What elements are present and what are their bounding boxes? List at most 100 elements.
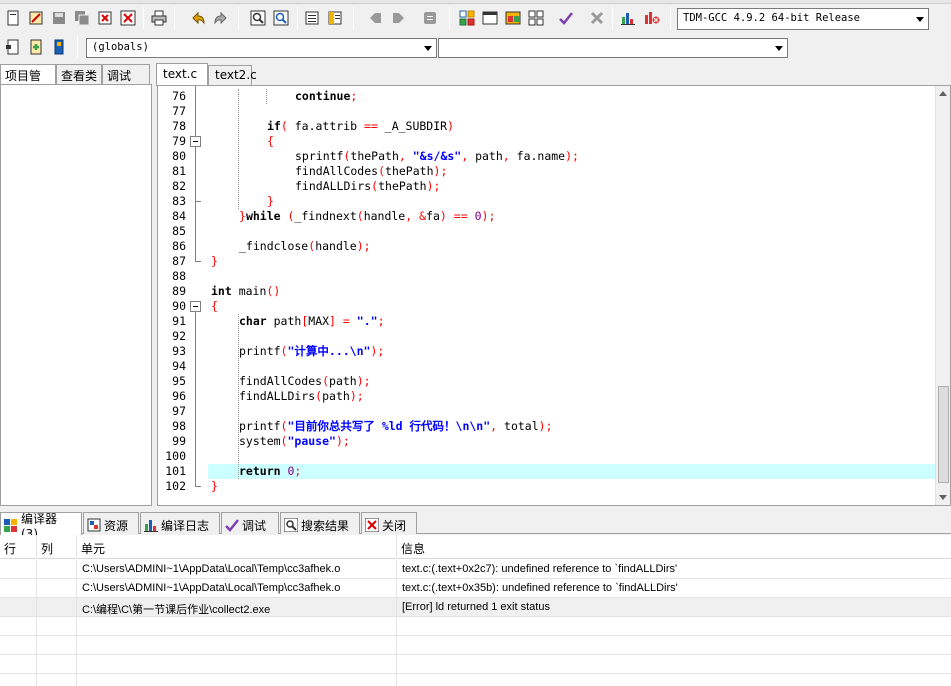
compiler-messages-table[interactable]: 行 列 单元 信息 C:\Users\ADMINI~1\AppData\Loca… xyxy=(0,535,951,686)
toolbar-separator xyxy=(297,7,298,29)
column-header-line[interactable]: 行 xyxy=(0,535,37,559)
code-editor[interactable]: 76 77 78 79 80 81 82 83 84 85 86 87 88 89 90 91 92 93 94 95… xyxy=(157,85,951,506)
line-number: 85 xyxy=(172,224,186,238)
vertical-scrollbar[interactable] xyxy=(935,86,950,505)
cell-unit: C:\Users\ADMINI~1\AppData\Local\Temp\cc3… xyxy=(77,579,397,598)
code-line: int main() xyxy=(211,284,281,298)
run-icon[interactable] xyxy=(480,8,500,28)
forward-icon[interactable] xyxy=(389,8,409,28)
tab-compiler[interactable]: 编译器 (3) xyxy=(0,512,82,541)
column-header-message[interactable]: 信息 xyxy=(397,535,951,559)
chevron-down-icon xyxy=(916,17,924,22)
main-toolbar: TDM-GCC 4.9.2 64-bit Release xyxy=(0,0,951,34)
goto-bookmark-icon[interactable] xyxy=(49,37,69,57)
search-results-icon xyxy=(283,517,299,533)
fold-end-marker xyxy=(195,254,201,262)
close-icon[interactable] xyxy=(95,8,115,28)
cell-col xyxy=(37,674,77,686)
cell-line xyxy=(0,655,37,674)
table-row[interactable]: C:\编程\C\第一节课后作业\collect2.exe [Error] ld r… xyxy=(0,598,951,617)
print-icon[interactable] xyxy=(149,8,169,28)
save-all-icon[interactable] xyxy=(72,8,92,28)
tab-text-c[interactable]: text.c xyxy=(156,63,208,86)
debug-icon xyxy=(225,518,239,532)
tab-label: 调试 xyxy=(107,69,132,83)
line-number: 79 xyxy=(172,134,186,148)
scroll-thumb[interactable] xyxy=(938,386,949,483)
new-file-icon[interactable] xyxy=(3,8,23,28)
find-icon[interactable] xyxy=(248,8,268,28)
syntax-check-icon[interactable] xyxy=(556,8,576,28)
cell-col xyxy=(37,655,77,674)
code-line: findAllCodes(thePath); xyxy=(295,164,448,178)
toggle-bookmark-icon[interactable] xyxy=(26,37,46,57)
cell-unit xyxy=(77,636,397,655)
toolbar-separator xyxy=(449,7,450,29)
table-row[interactable]: C:\Users\ADMINI~1\AppData\Local\Temp\cc3… xyxy=(0,579,951,598)
code-line: printf("计算中...\n"); xyxy=(239,344,385,358)
line-number: 97 xyxy=(172,404,186,418)
line-number: 81 xyxy=(172,164,186,178)
code-area[interactable]: continue; if( fa.attrib == _A_SUBDIR){spr… xyxy=(208,86,936,505)
replace-icon[interactable] xyxy=(271,8,291,28)
code-line: system("pause"); xyxy=(239,434,350,448)
tab-debug-output[interactable]: 调试 xyxy=(221,512,279,534)
scroll-up-icon[interactable] xyxy=(939,91,947,96)
compiler-icon xyxy=(4,518,18,533)
table-row[interactable]: C:\Users\ADMINI~1\AppData\Local\Temp\cc3… xyxy=(0,560,951,579)
toggle-comment-icon[interactable] xyxy=(420,8,440,28)
function-select[interactable] xyxy=(438,38,788,58)
profile-icon[interactable] xyxy=(642,8,662,28)
compiler-select[interactable]: TDM-GCC 4.9.2 64-bit Release xyxy=(677,8,929,30)
fold-line xyxy=(195,86,196,136)
scroll-down-icon[interactable] xyxy=(939,495,947,500)
back-icon[interactable] xyxy=(365,8,385,28)
column-header-unit[interactable]: 单元 xyxy=(77,535,397,559)
indent-guide xyxy=(238,314,239,479)
chart-icon[interactable] xyxy=(618,8,638,28)
tab-text2-c[interactable]: text2.c xyxy=(208,65,257,85)
cell-message: text.c:(.text+0x2c7): undefined referenc… xyxy=(402,563,678,575)
insert-icon[interactable] xyxy=(3,37,23,57)
chevron-down-icon xyxy=(775,46,783,51)
toolbar-separator xyxy=(612,7,613,29)
fold-toggle-icon[interactable] xyxy=(190,136,201,147)
compile-icon[interactable] xyxy=(457,8,477,28)
tab-close-panel[interactable]: 关闭 xyxy=(361,512,417,534)
tab-project-manager[interactable]: 项目管理 xyxy=(0,64,56,100)
line-number: 95 xyxy=(172,374,186,388)
cell-message xyxy=(397,655,951,674)
tab-debug[interactable]: 调试 xyxy=(102,64,150,84)
redo-icon[interactable] xyxy=(211,8,231,28)
save-icon[interactable] xyxy=(49,8,69,28)
tab-search-results[interactable]: 搜索结果 xyxy=(280,512,360,534)
undo-icon[interactable] xyxy=(188,8,208,28)
tab-label: text.c xyxy=(163,67,198,81)
column-header-col[interactable]: 列 xyxy=(37,535,77,559)
compile-run-icon[interactable] xyxy=(503,8,523,28)
rebuild-icon[interactable] xyxy=(526,8,546,28)
tab-resources[interactable]: 资源 xyxy=(83,512,139,534)
cell-message: [Error] ld returned 1 exit status xyxy=(402,601,550,613)
cell-line xyxy=(0,636,37,655)
tab-compile-log[interactable]: 编译日志 xyxy=(140,512,220,534)
line-number: 90 xyxy=(172,299,186,313)
compiler-select-label: TDM-GCC 4.9.2 64-bit Release xyxy=(683,12,861,24)
close-all-icon[interactable] xyxy=(118,8,138,28)
line-number: 77 xyxy=(172,104,186,118)
tab-label: text2.c xyxy=(215,68,257,82)
open-project-icon[interactable] xyxy=(26,8,46,28)
fold-toggle-icon[interactable] xyxy=(190,301,201,312)
project-tree[interactable] xyxy=(0,84,152,506)
cell-line xyxy=(0,598,37,617)
cell-line xyxy=(0,560,37,579)
line-number: 89 xyxy=(172,284,186,298)
indent-icon[interactable] xyxy=(302,8,322,28)
tab-class-browser[interactable]: 查看类 xyxy=(56,64,102,84)
cell-unit: C:\Users\ADMINI~1\AppData\Local\Temp\cc3… xyxy=(77,560,397,579)
column-label: 信息 xyxy=(401,542,426,556)
unindent-icon[interactable] xyxy=(325,8,345,28)
code-line: } xyxy=(211,479,218,493)
scope-select[interactable]: (globals) xyxy=(86,38,437,58)
stop-icon[interactable] xyxy=(587,8,607,28)
